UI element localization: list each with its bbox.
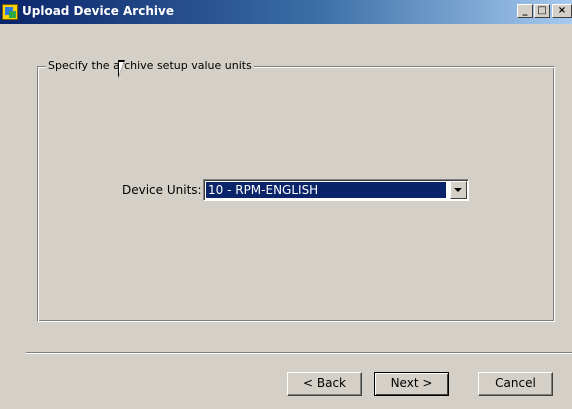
maximize-button[interactable]: □ bbox=[534, 4, 550, 18]
back-button[interactable]: < Back bbox=[287, 372, 362, 396]
window-title: Upload Device Archive bbox=[22, 4, 174, 18]
next-button[interactable]: Next > bbox=[374, 372, 449, 396]
footer-divider bbox=[26, 352, 572, 354]
dropdown-arrow-icon[interactable] bbox=[450, 181, 467, 199]
close-button[interactable]: × bbox=[552, 4, 572, 18]
title-bar[interactable]: Upload Device Archive _ □ × bbox=[0, 0, 572, 24]
device-units-dropdown[interactable]: 10 - RPM-ENGLISH bbox=[203, 179, 469, 201]
mouse-cursor-icon bbox=[118, 60, 132, 78]
device-units-label: Device Units: bbox=[122, 183, 202, 197]
device-units-selected-value: 10 - RPM-ENGLISH bbox=[206, 182, 446, 198]
cancel-button[interactable]: Cancel bbox=[478, 372, 553, 396]
groupbox-legend: Specify the archive setup value units bbox=[46, 59, 254, 72]
app-icon bbox=[2, 4, 18, 20]
minimize-button[interactable]: _ bbox=[517, 4, 533, 18]
